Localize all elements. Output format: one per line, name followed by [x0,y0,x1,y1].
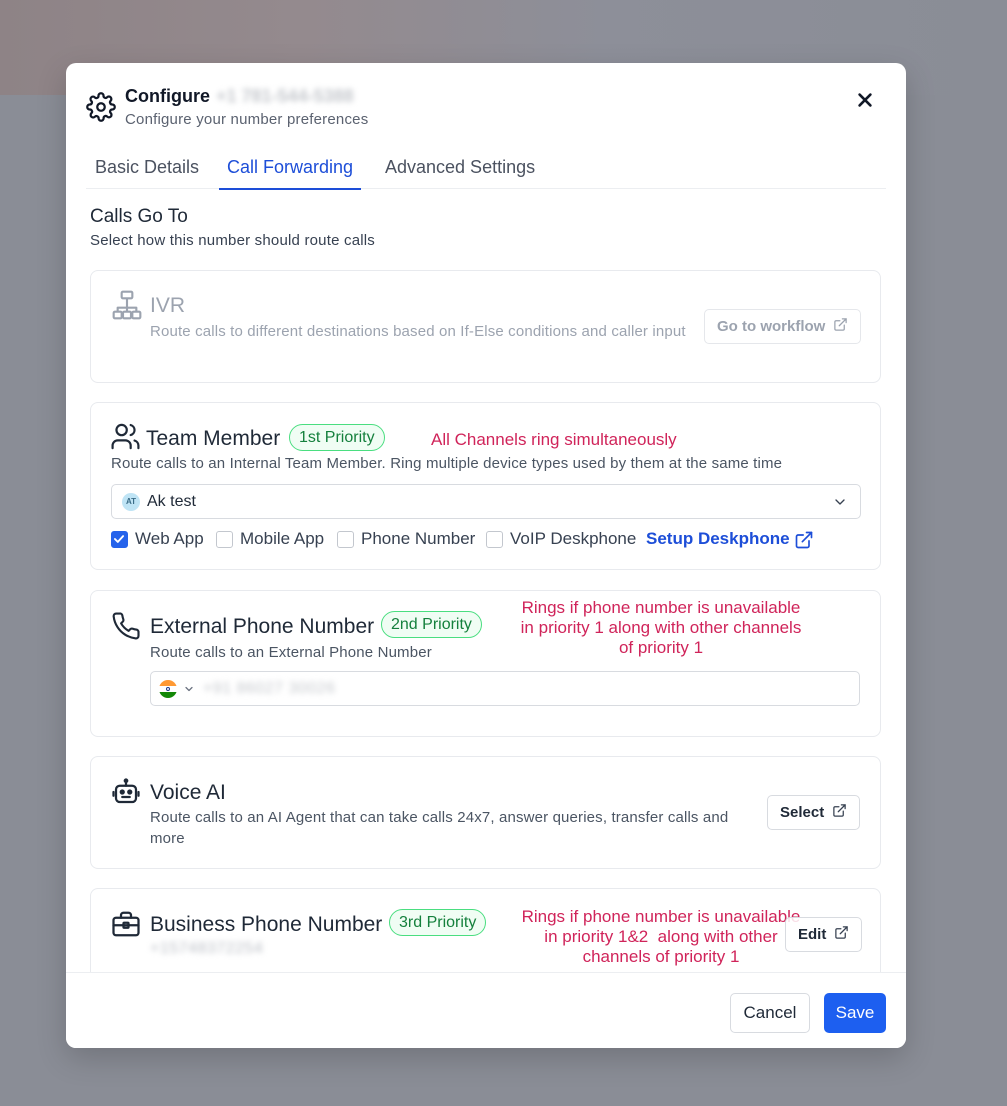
voice-ai-description: Route calls to an AI Agent that can take… [150,809,729,847]
modal-title: Configure +1 781-544-5388 [125,86,354,107]
priority-badge: 1st Priority [289,424,385,451]
checkbox-label: VoIP Deskphone [510,529,637,548]
close-icon[interactable] [852,87,878,113]
section-subtitle: Select how this number should route call… [90,232,376,249]
workflow-icon [111,289,143,321]
tab-call-forwarding[interactable]: Call Forwarding [219,157,362,190]
avatar: AT [122,493,140,511]
external-link-icon[interactable] [794,530,814,555]
annotation-line: in priority 1 along with other channels [520,618,802,637]
briefcase-icon [111,909,143,941]
chevron-down-icon [832,494,848,510]
priority-badge: 2nd Priority [381,611,482,638]
ivr-description: Route calls to different destinations ba… [150,323,686,340]
external-link-icon [833,317,848,336]
priority-badge: 3rd Priority [389,909,487,936]
phone-icon [111,611,143,643]
india-flag-icon[interactable] [159,680,177,698]
modal-subtitle: Configure your number preferences [125,111,369,128]
voice-ai-title: Voice AI [150,781,226,804]
annotation-line: in priority 1&2 along with other [544,927,778,946]
checkbox-unchecked[interactable] [216,530,233,548]
annotation-line: Rings if phone number is unavailable [521,907,801,926]
team-member-select[interactable]: AT Ak test [111,484,861,519]
checkbox-mobile-app[interactable]: Mobile App [216,529,324,549]
external-phone-card[interactable]: External Phone Number 2nd Priority Rings… [90,590,881,737]
checkbox-label: Web App [135,529,204,548]
section-title: Calls Go To [90,206,188,227]
annotation-line: of priority 1 [618,638,704,657]
team-member-card[interactable]: Team Member 1st Priority All Channels ri… [90,402,881,570]
cancel-button[interactable]: Cancel [730,993,810,1033]
business-phone-title: Business Phone Number [150,913,383,936]
select-voice-ai-button[interactable]: Select [767,795,861,830]
checkbox-voip-deskphone[interactable]: VoIP Deskphone [486,529,636,549]
tab-advanced-settings[interactable]: Advanced Settings [377,157,543,188]
checkbox-label: Phone Number [361,529,476,548]
ivr-title: IVR [150,294,186,317]
tab-basic-details[interactable]: Basic Details [87,157,207,188]
annotation-line: Rings if phone number is unavailable [521,598,801,617]
ivr-card[interactable]: IVR Route calls to different destination… [90,270,881,383]
modal-footer: Cancel Save [66,972,906,1048]
phone-value[interactable]: +91 86027 30026 [203,680,336,698]
voice-ai-card[interactable]: Voice AI Route calls to an AI Agent that… [90,756,881,869]
save-button[interactable]: Save [824,993,886,1033]
gear-icon [86,92,116,122]
modal-header: Configure +1 781-544-5388 Configure your … [86,85,886,135]
external-link-icon [832,803,847,822]
checkbox-phone-number[interactable]: Phone Number [337,529,475,549]
tab-bar: Basic Details Call Forwarding Advanced S… [86,147,886,190]
checkbox-unchecked[interactable] [337,530,354,548]
external-phone-title: External Phone Number [150,615,375,638]
selected-member-name: Ak test [147,493,196,510]
redacted-number: +1 781-544-5388 [216,86,354,106]
annotation-line: channels of priority 1 [582,947,740,966]
robot-icon [111,777,143,809]
select-label: Select [780,804,825,821]
edit-label: Edit [798,926,827,943]
external-phone-description: Route calls to an External Phone Number [150,644,432,661]
go-to-workflow-label: Go to workflow [717,318,826,335]
configure-number-modal: Configure +1 781-544-5388 Configure your … [66,63,906,1048]
checkbox-web-app[interactable]: Web App [111,529,204,549]
edit-business-phone-button[interactable]: Edit [785,917,863,952]
checkbox-label: Mobile App [240,529,325,548]
go-to-workflow-button[interactable]: Go to workflow [704,309,862,344]
external-link-icon [834,925,849,944]
annotation-note: All Channels ring simultaneously [431,430,677,449]
business-phone-number: +15748372254 [150,940,264,957]
phone-input[interactable]: +91 86027 30026 [150,671,860,706]
call-forwarding-content[interactable]: Calls Go To Select how this number shoul… [66,191,906,972]
users-icon [110,421,142,453]
business-phone-card[interactable]: Business Phone Number 3rd Priority +1574… [90,888,881,972]
team-member-description: Route calls to an Internal Team Member. … [111,455,783,472]
modal-title-text: Configure [125,86,210,106]
annotation-note: Rings if phone number is unavailable in … [511,907,811,967]
chevron-down-icon[interactable] [183,682,195,694]
checkbox-unchecked[interactable] [486,530,503,548]
annotation-note: Rings if phone number is unavailable in … [511,598,811,658]
team-member-title: Team Member [146,427,281,450]
checkbox-checked[interactable] [111,530,128,548]
setup-deskphone-link[interactable]: Setup Deskphone [646,529,790,549]
channel-checkboxes: Web App Mobile App Phone Number VoIP Des… [111,529,871,553]
